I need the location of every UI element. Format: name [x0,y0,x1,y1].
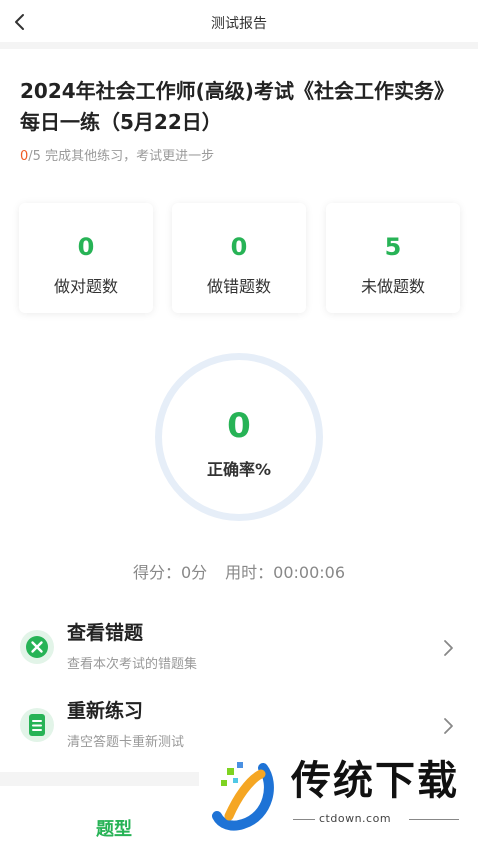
stat-label: 未做题数 [360,277,425,296]
time-text: 用时：00:00:06 [225,563,346,582]
stat-label: 做错题数 [206,277,271,296]
row-subtitle: 查看本次考试的错题集 [67,657,198,672]
stat-card-wrong: 0 做错题数 [172,203,306,313]
progress-rest: /5 完成其他练习，考试更进一步 [28,149,215,164]
watermark-logo [212,762,274,831]
row-title: 查看错题 [67,622,144,644]
page-title: 测试报告 [211,16,267,32]
view-wrong-questions-row[interactable]: 查看错题 查看本次考试的错题集 [0,620,478,684]
chevron-right-icon [444,718,453,734]
stat-value: 0 [230,233,248,261]
accuracy-label: 正确率% [206,460,272,479]
watermark-divider [293,819,315,820]
chevron-right-icon [444,640,453,656]
close-circle-icon [20,630,54,664]
navbar: 测试报告 [0,0,478,44]
stat-label: 做对题数 [53,277,118,296]
accuracy-value: 0 [227,406,251,446]
exam-title: 2024年社会工作师(高级)考试《社会工作实务》每日一练（5月22日） [20,79,454,134]
score-line: 得分：0分 用时：00:00:06 [0,559,478,583]
stat-card-correct: 0 做对题数 [19,203,153,313]
progress-text: 0/5 完成其他练习，考试更进一步 [20,145,214,164]
document-icon [20,708,54,742]
stat-card-undone: 5 未做题数 [326,203,460,313]
row-subtitle: 清空答题卡重新测试 [67,735,185,750]
navbar-divider [0,42,478,49]
row-title: 重新练习 [67,700,144,722]
watermark-divider [409,819,459,820]
watermark-text: 传统下载 [291,758,459,804]
tab-question-type[interactable]: 题型 [96,815,132,841]
stat-value: 0 [77,233,95,261]
score-text: 得分：0分 [132,563,208,582]
stat-value: 5 [384,233,402,261]
watermark-url: ctdown.com [319,812,392,825]
watermark: 传统下载 ctdown.com [199,746,478,850]
